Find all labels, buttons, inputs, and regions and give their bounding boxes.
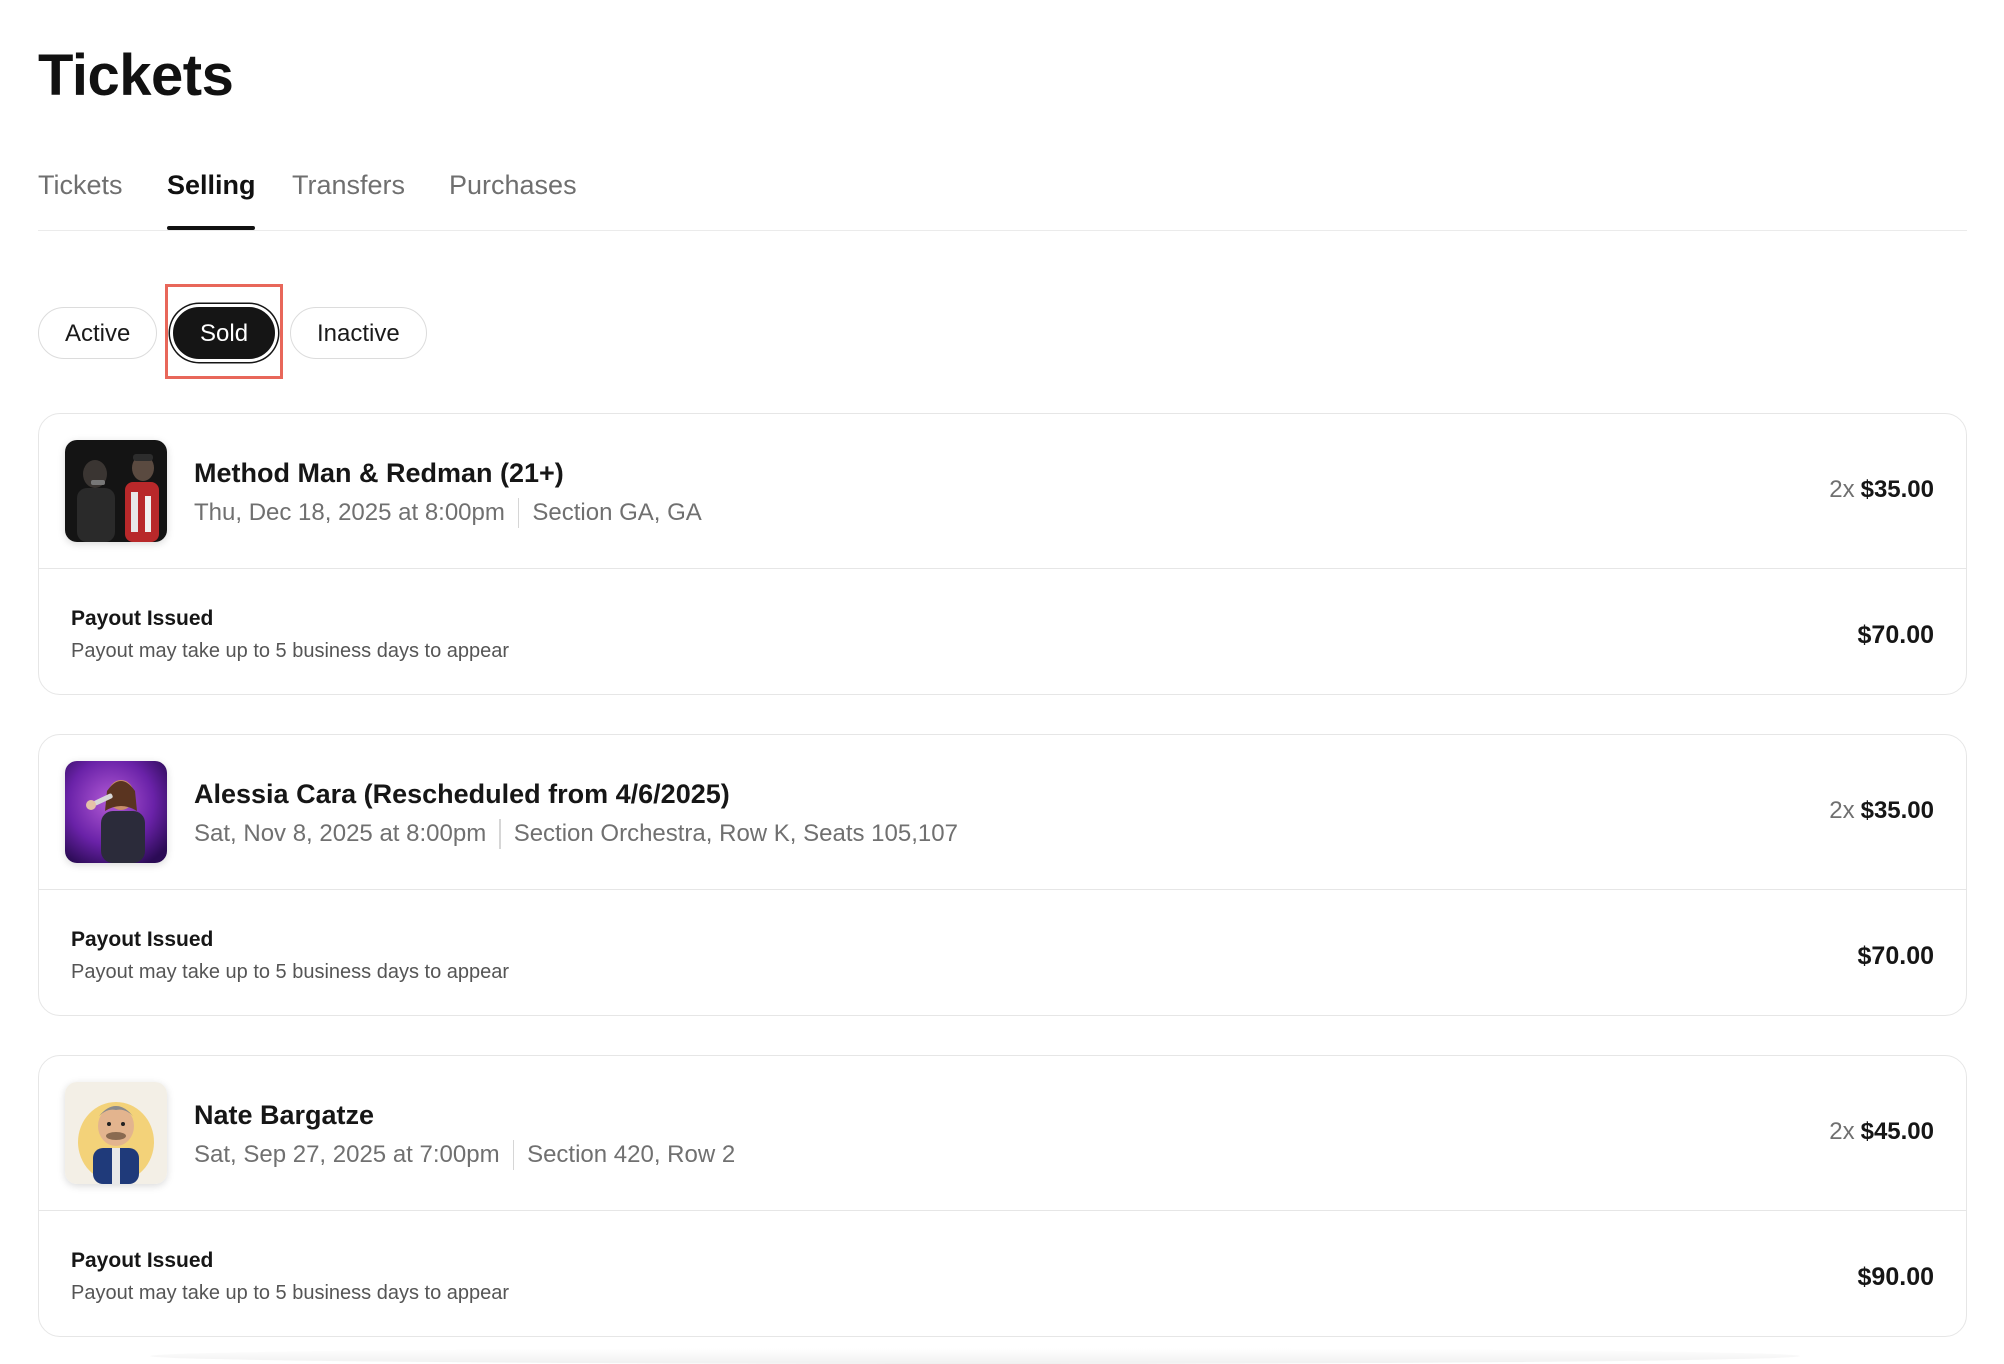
listing-summary: Alessia Cara (Rescheduled from 4/6/2025)… bbox=[39, 735, 1966, 890]
seat-info: Section 420, Row 2 bbox=[527, 1141, 736, 1168]
price-per-ticket: 2x $35.00 bbox=[1829, 797, 1934, 825]
event-details: Sat, Nov 8, 2025 at 8:00pm Section Orche… bbox=[194, 819, 958, 849]
event-date: Sat, Sep 27, 2025 at 7:00pm bbox=[194, 1141, 500, 1168]
ticket-quantity: 2x bbox=[1829, 797, 1855, 824]
unit-price: $35.00 bbox=[1860, 797, 1934, 824]
filter-sold-button[interactable]: Sold bbox=[173, 307, 276, 359]
payout-section: Payout Issued Payout may take up to 5 bu… bbox=[39, 1211, 1966, 1336]
payout-section: Payout Issued Payout may take up to 5 bu… bbox=[39, 569, 1966, 694]
payout-status: Payout Issued bbox=[71, 1249, 214, 1272]
active-tab-indicator bbox=[167, 226, 255, 230]
event-thumbnail bbox=[65, 1082, 167, 1184]
meta-divider bbox=[517, 498, 520, 528]
payout-note: Payout may take up to 5 business days to… bbox=[71, 961, 510, 983]
listing-card[interactable]: Alessia Cara (Rescheduled from 4/6/2025)… bbox=[38, 734, 1967, 1016]
event-thumbnail bbox=[65, 440, 167, 542]
tab-purchases[interactable]: Purchases bbox=[449, 170, 577, 201]
event-title: Method Man & Redman (21+) bbox=[194, 458, 564, 488]
unit-price: $35.00 bbox=[1860, 476, 1934, 503]
seat-info: Section Orchestra, Row K, Seats 105,107 bbox=[513, 820, 958, 847]
listing-summary: Method Man & Redman (21+) Thu, Dec 18, 2… bbox=[39, 414, 1966, 569]
unit-price: $45.00 bbox=[1860, 1118, 1934, 1145]
ticket-quantity: 2x bbox=[1829, 1118, 1855, 1145]
ticket-quantity: 2x bbox=[1829, 476, 1855, 503]
payout-status: Payout Issued bbox=[71, 607, 214, 630]
tab-transfers[interactable]: Transfers bbox=[292, 170, 405, 201]
event-thumbnail bbox=[65, 761, 167, 863]
event-title: Nate Bargatze bbox=[194, 1100, 375, 1130]
event-details: Thu, Dec 18, 2025 at 8:00pm Section GA, … bbox=[194, 498, 702, 528]
event-title: Alessia Cara (Rescheduled from 4/6/2025) bbox=[194, 779, 730, 809]
payout-note: Payout may take up to 5 business days to… bbox=[71, 1282, 510, 1304]
filter-inactive-button[interactable]: Inactive bbox=[290, 307, 427, 359]
event-date: Sat, Nov 8, 2025 at 8:00pm bbox=[194, 820, 487, 847]
payout-note: Payout may take up to 5 business days to… bbox=[71, 640, 510, 662]
payout-status: Payout Issued bbox=[71, 928, 214, 951]
payout-total: $90.00 bbox=[1857, 1263, 1934, 1291]
tab-bar: Tickets Selling Transfers Purchases bbox=[38, 150, 1967, 231]
page-title: Tickets bbox=[38, 43, 234, 108]
price-per-ticket: 2x $35.00 bbox=[1829, 476, 1934, 504]
listing-card[interactable]: Method Man & Redman (21+) Thu, Dec 18, 2… bbox=[38, 413, 1967, 695]
payout-section: Payout Issued Payout may take up to 5 bu… bbox=[39, 890, 1966, 1015]
listing-summary: Nate Bargatze Sat, Sep 27, 2025 at 7:00p… bbox=[39, 1056, 1966, 1211]
event-details: Sat, Sep 27, 2025 at 7:00pm Section 420,… bbox=[194, 1140, 735, 1170]
event-date: Thu, Dec 18, 2025 at 8:00pm bbox=[194, 499, 505, 526]
seat-info: Section GA, GA bbox=[532, 499, 702, 526]
price-per-ticket: 2x $45.00 bbox=[1829, 1118, 1934, 1146]
listing-card[interactable]: Nate Bargatze Sat, Sep 27, 2025 at 7:00p… bbox=[38, 1055, 1967, 1337]
meta-divider bbox=[512, 1140, 515, 1170]
tab-tickets[interactable]: Tickets bbox=[38, 170, 123, 201]
tab-selling[interactable]: Selling bbox=[167, 170, 256, 201]
payout-total: $70.00 bbox=[1857, 942, 1934, 970]
filter-active-button[interactable]: Active bbox=[38, 307, 158, 359]
payout-total: $70.00 bbox=[1857, 621, 1934, 649]
scroll-shadow bbox=[150, 1348, 1800, 1364]
meta-divider bbox=[499, 819, 501, 849]
